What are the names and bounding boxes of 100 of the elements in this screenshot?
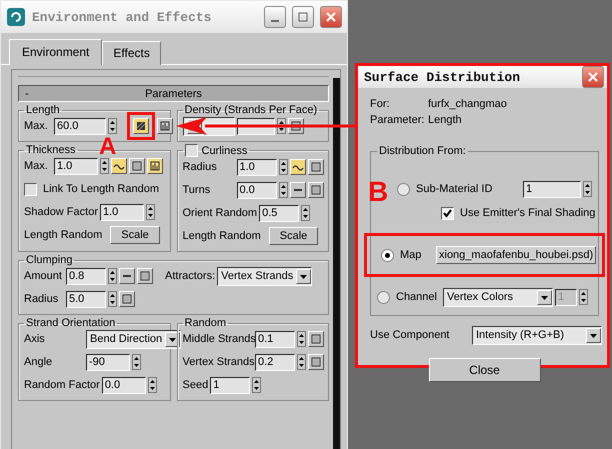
checkbox[interactable]	[184, 144, 198, 157]
dropdown[interactable]: Vertex Strands	[217, 266, 312, 286]
check-icon	[443, 208, 452, 218]
map-button[interactable]: xiong_maofafenbu_houbei.psd)	[436, 246, 596, 264]
radio-button[interactable]	[397, 182, 410, 196]
group-title: Length	[26, 104, 60, 116]
annotation-letter: A	[99, 137, 116, 156]
collapse-toggle[interactable]: -	[25, 88, 45, 100]
maximize-icon	[298, 12, 308, 22]
radio-button[interactable]	[377, 290, 390, 304]
dialog-close-button[interactable]: Close	[428, 358, 540, 382]
close-icon	[588, 72, 598, 82]
field-label: Vertex Strands	[182, 356, 253, 368]
number-field[interactable]: -90	[86, 354, 130, 370]
radio-label: Sub-Material ID	[416, 183, 492, 195]
spinner-arrows-icon[interactable]	[578, 289, 588, 305]
info-value: Length	[428, 114, 463, 126]
number-field[interactable]: 0.1	[255, 330, 295, 348]
spinner-arrows-icon[interactable]	[146, 204, 155, 220]
grid-icon[interactable]	[308, 159, 324, 175]
spinner-arrows-icon[interactable]	[297, 354, 306, 370]
grid-icon[interactable]	[308, 331, 324, 347]
field-label: Radius	[24, 293, 60, 305]
checkbox[interactable]	[24, 182, 37, 196]
group-title: Thickness	[26, 144, 76, 156]
minus-icon[interactable]	[119, 268, 135, 284]
number-field[interactable]: 1	[210, 376, 250, 394]
dropdown[interactable]: Vertex Colors	[442, 288, 553, 306]
field-label: Seed	[182, 379, 208, 391]
spinner-arrows-icon[interactable]	[252, 377, 262, 393]
minimize-icon	[271, 20, 279, 22]
window-title: Environment and Effects	[32, 10, 212, 24]
annotation-letter: B	[368, 178, 388, 206]
dropdown[interactable]: Bend Direction	[86, 330, 182, 348]
spinner-arrows-icon[interactable]	[278, 182, 288, 198]
app-icon	[6, 7, 26, 27]
spinner-arrows-icon[interactable]	[301, 205, 310, 221]
radio-button[interactable]	[381, 248, 394, 262]
number-field[interactable]: 0.0	[102, 376, 146, 394]
tab[interactable]: Environment	[9, 39, 102, 65]
info-label: Parameter:	[370, 114, 426, 126]
wave-icon[interactable]	[290, 159, 306, 175]
info-label: For:	[370, 98, 391, 110]
minimize-button[interactable]	[264, 6, 286, 28]
bar-chart-icon[interactable]	[147, 158, 163, 174]
scale-button[interactable]: Scale	[268, 227, 318, 245]
checkbox[interactable]	[441, 206, 454, 220]
rollout-header[interactable]: - Parameters	[18, 85, 329, 102]
group-title: Clumping	[26, 254, 72, 266]
caret-icon	[536, 290, 552, 304]
dialog-title: Surface Distribution	[364, 70, 522, 84]
field-label: Radius	[182, 161, 218, 173]
field-label: Length Random	[182, 230, 261, 242]
number-field[interactable]: 0.0	[236, 182, 276, 198]
dropdown[interactable]: Intensity (R+G+B)	[472, 326, 602, 344]
number-field[interactable]: 1	[523, 180, 581, 198]
close-button[interactable]	[582, 66, 604, 88]
radio-label: Map	[400, 249, 422, 261]
spinner-arrows-icon[interactable]	[278, 159, 288, 175]
wave-icon[interactable]	[111, 158, 127, 174]
spinner-arrows-icon[interactable]	[108, 291, 117, 307]
close-button[interactable]	[320, 6, 342, 28]
map-icon[interactable]	[133, 118, 149, 134]
field-label: Turns	[182, 184, 212, 196]
group-title: Density (Strands Per Face)	[184, 104, 318, 116]
minus-icon[interactable]	[290, 182, 306, 198]
scrollbar[interactable]	[333, 78, 340, 449]
spinner-arrows-icon[interactable]	[132, 354, 141, 370]
field-label: Axis	[24, 333, 46, 345]
number-field[interactable]: 5.0	[66, 290, 106, 308]
spinner-arrows-icon[interactable]	[100, 158, 109, 174]
spinner-arrows-icon[interactable]	[148, 377, 157, 393]
grid-icon[interactable]	[308, 182, 324, 198]
number-field[interactable]: 0.5	[259, 204, 300, 222]
grid-icon[interactable]	[129, 158, 145, 174]
close-icon	[326, 12, 336, 22]
grid-icon[interactable]	[137, 268, 153, 284]
number-field[interactable]: 0.8	[66, 268, 106, 284]
field-label: Attractors:	[165, 270, 216, 282]
spinner-arrows-icon[interactable]	[108, 268, 117, 284]
grid-icon[interactable]	[119, 291, 135, 307]
group-title: Curliness	[202, 144, 248, 156]
tab[interactable]: Effects	[102, 41, 161, 65]
field-label: Amount	[24, 270, 63, 282]
field-label: Angle	[24, 356, 54, 368]
spinner-arrows-icon[interactable]	[297, 331, 306, 347]
scale-button[interactable]: Scale	[110, 226, 160, 244]
grid-icon[interactable]	[308, 354, 324, 370]
number-field[interactable]: 0.2	[255, 354, 295, 370]
number-field[interactable]: 1.0	[100, 204, 144, 220]
number-field[interactable]: 1.0	[54, 158, 98, 174]
field-label: Length Random	[24, 229, 102, 241]
number-field[interactable]: 1.0	[236, 158, 276, 176]
number-field[interactable]: 60.0	[54, 118, 106, 134]
maximize-button[interactable]	[292, 6, 314, 28]
field-label: Middle Strands	[182, 333, 253, 345]
group-title: Distribution From:	[379, 145, 466, 157]
bar-chart-icon[interactable]	[157, 118, 173, 134]
spinner-arrows-icon[interactable]	[583, 181, 592, 197]
spinner-arrows-icon[interactable]	[108, 118, 117, 134]
